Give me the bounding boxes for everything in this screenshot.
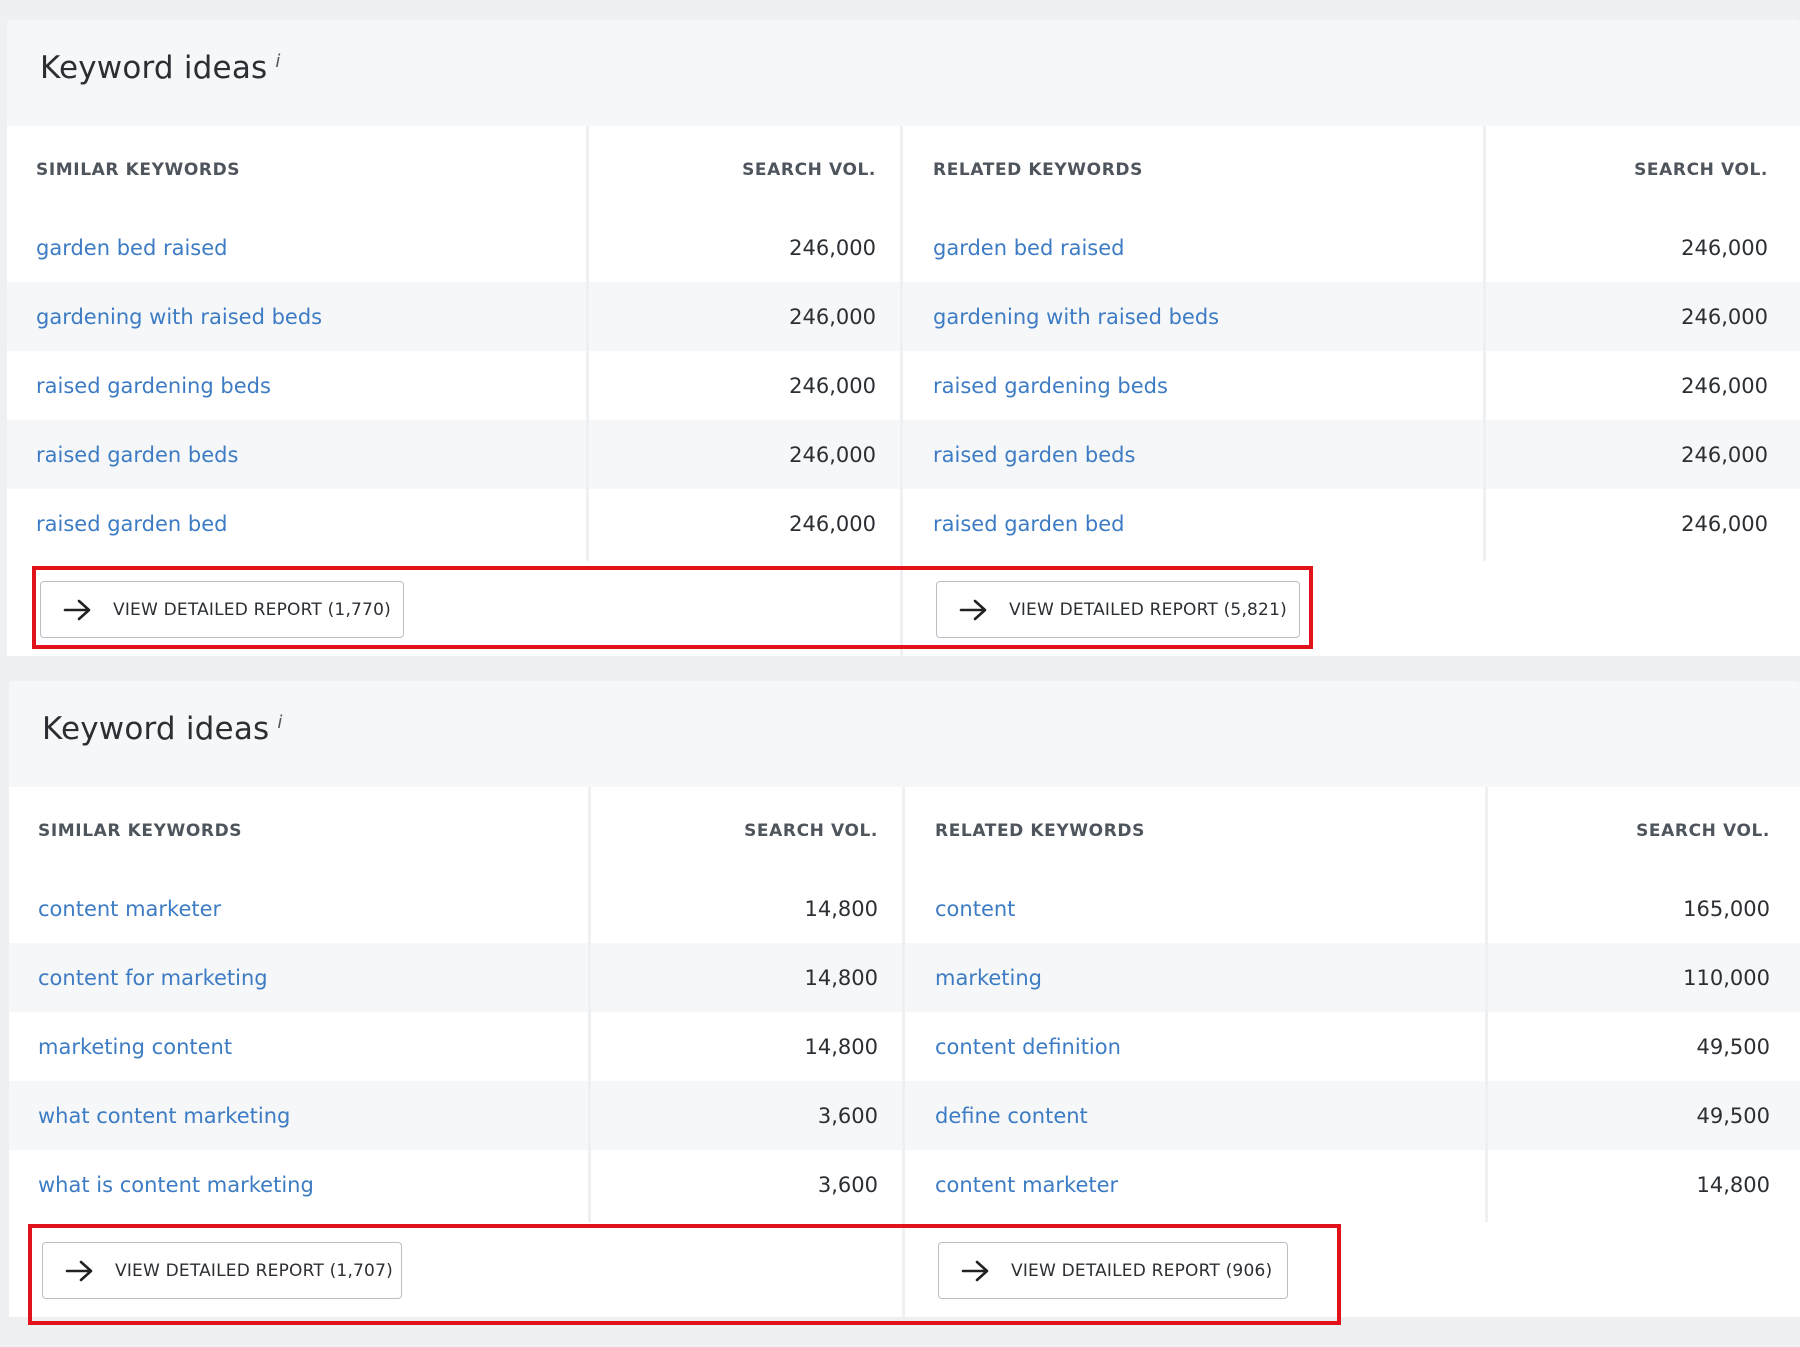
- header-related-keywords: RELATED KEYWORDS: [935, 820, 1145, 841]
- related-search-volume: 246,000: [1681, 373, 1768, 398]
- column-divider: [900, 561, 903, 656]
- similar-search-volume: 246,000: [789, 373, 876, 398]
- table-row: garden bed raised 246,000 garden bed rai…: [7, 213, 1800, 282]
- related-search-volume: 49,500: [1696, 1034, 1770, 1059]
- keyword-table: SIMILAR KEYWORDS SEARCH VOL. RELATED KEY…: [7, 126, 1800, 656]
- similar-search-volume: 246,000: [789, 304, 876, 329]
- similar-keyword-link[interactable]: garden bed raised: [36, 236, 227, 260]
- similar-search-volume: 246,000: [789, 235, 876, 260]
- related-search-volume: 246,000: [1681, 235, 1768, 260]
- table-header-row: SIMILAR KEYWORDS SEARCH VOL. RELATED KEY…: [7, 126, 1800, 213]
- similar-search-volume: 3,600: [817, 1172, 878, 1197]
- similar-keyword-link[interactable]: raised garden beds: [36, 443, 238, 467]
- related-search-volume: 246,000: [1681, 511, 1768, 536]
- similar-keyword-link[interactable]: what content marketing: [38, 1104, 290, 1128]
- related-keyword-link[interactable]: raised gardening beds: [933, 374, 1168, 398]
- column-divider: [1485, 787, 1488, 1222]
- column-divider: [586, 126, 589, 561]
- related-keyword-link[interactable]: marketing: [935, 966, 1042, 990]
- info-icon[interactable]: i: [275, 51, 280, 72]
- similar-keyword-link[interactable]: raised gardening beds: [36, 374, 271, 398]
- similar-search-volume: 3,600: [817, 1103, 878, 1128]
- similar-search-volume: 246,000: [789, 511, 876, 536]
- button-label: VIEW DETAILED REPORT (1,707): [115, 1260, 393, 1281]
- similar-keyword-link[interactable]: gardening with raised beds: [36, 305, 322, 329]
- related-search-volume: 165,000: [1683, 896, 1770, 921]
- related-keyword-link[interactable]: raised garden bed: [933, 512, 1124, 536]
- arrow-right-icon: [959, 598, 989, 622]
- button-label: VIEW DETAILED REPORT (906): [1011, 1260, 1273, 1281]
- view-related-report-button[interactable]: VIEW DETAILED REPORT (5,821): [936, 581, 1300, 638]
- related-search-volume: 246,000: [1681, 304, 1768, 329]
- table-row: raised garden bed 246,000 raised garden …: [7, 489, 1800, 558]
- panel-title-text: Keyword ideas: [40, 50, 268, 86]
- column-divider: [588, 787, 591, 1222]
- keyword-table: SIMILAR KEYWORDS SEARCH VOL. RELATED KEY…: [9, 787, 1800, 1317]
- view-similar-report-button[interactable]: VIEW DETAILED REPORT (1,707): [42, 1242, 402, 1299]
- arrow-right-icon: [961, 1259, 991, 1283]
- column-divider: [902, 1222, 905, 1317]
- related-keyword-link[interactable]: define content: [935, 1104, 1088, 1128]
- header-related-search-vol: SEARCH VOL.: [1636, 820, 1770, 841]
- similar-keyword-link[interactable]: what is content marketing: [38, 1173, 314, 1197]
- similar-search-volume: 14,800: [804, 1034, 878, 1059]
- panel-title: Keyword ideas i: [40, 50, 281, 86]
- header-similar-keywords: SIMILAR KEYWORDS: [38, 820, 243, 841]
- related-search-volume: 14,800: [1696, 1172, 1770, 1197]
- related-search-volume: 49,500: [1696, 1103, 1770, 1128]
- view-similar-report-button[interactable]: VIEW DETAILED REPORT (1,770): [40, 581, 404, 638]
- similar-keyword-link[interactable]: raised garden bed: [36, 512, 227, 536]
- similar-search-volume: 246,000: [789, 442, 876, 467]
- similar-search-volume: 14,800: [804, 965, 878, 990]
- column-divider: [902, 787, 905, 1222]
- related-keyword-link[interactable]: raised garden beds: [933, 443, 1135, 467]
- header-similar-keywords: SIMILAR KEYWORDS: [36, 159, 241, 180]
- header-related-keywords: RELATED KEYWORDS: [933, 159, 1143, 180]
- similar-keyword-link[interactable]: marketing content: [38, 1035, 232, 1059]
- column-divider: [900, 126, 903, 561]
- similar-keyword-link[interactable]: content for marketing: [38, 966, 268, 990]
- similar-keyword-link[interactable]: content marketer: [38, 897, 221, 921]
- arrow-right-icon: [65, 1259, 95, 1283]
- button-label: VIEW DETAILED REPORT (1,770): [113, 599, 391, 620]
- column-divider: [1483, 126, 1486, 561]
- info-icon[interactable]: i: [277, 712, 282, 733]
- similar-search-volume: 14,800: [804, 896, 878, 921]
- keyword-ideas-panel-1: Keyword ideas i SIMILAR KEYWORDS SEARCH V…: [7, 20, 1800, 656]
- related-keyword-link[interactable]: garden bed raised: [933, 236, 1124, 260]
- header-similar-search-vol: SEARCH VOL.: [742, 159, 876, 180]
- button-label: VIEW DETAILED REPORT (5,821): [1009, 599, 1287, 620]
- table-row: gardening with raised beds 246,000 garde…: [7, 282, 1800, 351]
- panel-title-text: Keyword ideas: [42, 711, 270, 747]
- table-footer: VIEW DETAILED REPORT (1,770) VIEW DETAIL…: [7, 561, 1800, 656]
- header-similar-search-vol: SEARCH VOL.: [744, 820, 878, 841]
- table-row: raised garden beds 246,000 raised garden…: [7, 420, 1800, 489]
- panel-title: Keyword ideas i: [42, 711, 283, 747]
- related-keyword-link[interactable]: content definition: [935, 1035, 1121, 1059]
- view-related-report-button[interactable]: VIEW DETAILED REPORT (906): [938, 1242, 1288, 1299]
- related-keyword-link[interactable]: content marketer: [935, 1173, 1118, 1197]
- arrow-right-icon: [63, 598, 93, 622]
- table-row: raised gardening beds 246,000 raised gar…: [7, 351, 1800, 420]
- related-search-volume: 246,000: [1681, 442, 1768, 467]
- related-search-volume: 110,000: [1683, 965, 1770, 990]
- related-keyword-link[interactable]: content: [935, 897, 1015, 921]
- related-keyword-link[interactable]: gardening with raised beds: [933, 305, 1219, 329]
- header-related-search-vol: SEARCH VOL.: [1634, 159, 1768, 180]
- keyword-ideas-panel-2: Keyword ideas i SIMILAR KEYWORDS SEARCH V…: [9, 681, 1800, 1317]
